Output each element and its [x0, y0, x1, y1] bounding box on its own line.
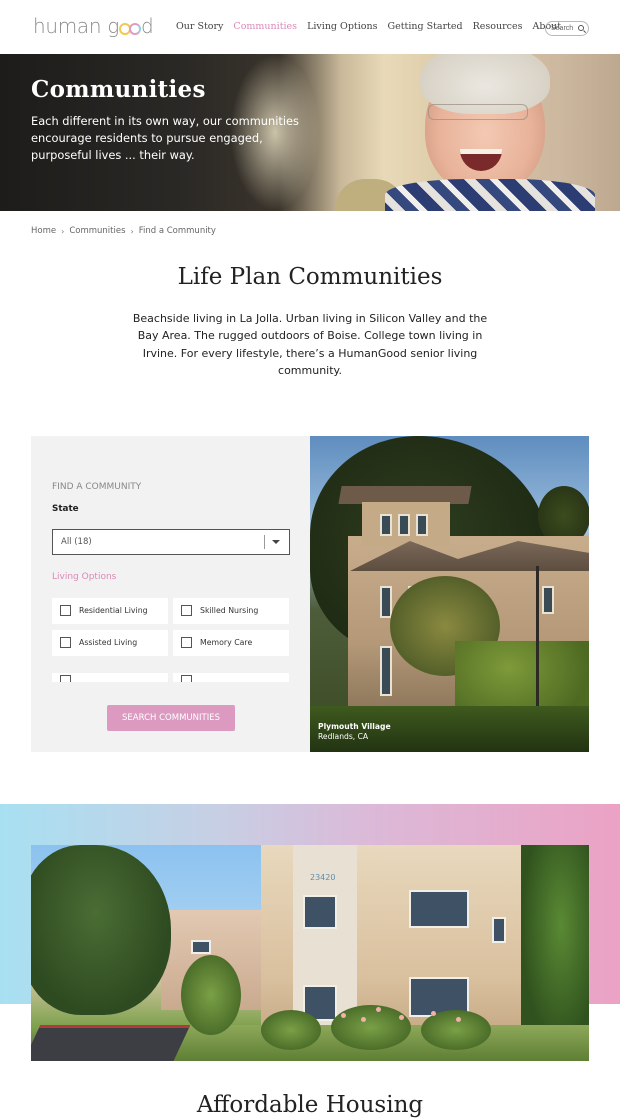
feature-bush [331, 1005, 411, 1050]
breadcrumb-separator-icon: › [130, 226, 134, 236]
nav-getting-started[interactable]: Getting Started [387, 21, 462, 32]
state-select-value: All (18) [61, 537, 92, 547]
feature-window [492, 917, 506, 943]
site-header: human g d Our Story Communities Living O… [0, 0, 620, 54]
search-placeholder: Search [551, 25, 574, 32]
community-photo: Plymouth Village Redlands, CA [310, 436, 589, 752]
photo-window [542, 586, 554, 614]
checkbox[interactable] [60, 675, 71, 682]
community-location: Redlands, CA [318, 732, 369, 741]
feature-rose [399, 1015, 404, 1020]
state-label: State [52, 504, 79, 514]
featured-photo: 23420 [31, 845, 589, 1061]
feature-rose [361, 1017, 366, 1022]
intro-text: Beachside living in La Jolla. Urban livi… [132, 312, 488, 378]
option-label: Memory Care [200, 638, 253, 647]
photo-window [416, 514, 428, 536]
breadcrumb-separator-icon: › [61, 226, 65, 236]
option-label: Residential Living [79, 606, 148, 615]
option-clipped[interactable] [52, 673, 168, 682]
checkbox[interactable] [60, 605, 71, 616]
option-label: Skilled Nursing [200, 606, 259, 615]
feature-window [191, 940, 211, 954]
feature-bush [261, 1010, 321, 1050]
finder-heading: FIND A COMMUNITY [52, 482, 142, 492]
hero-title: Communities [31, 76, 206, 103]
feature-road [31, 1025, 191, 1061]
feature-bush [421, 1010, 491, 1050]
hero-text: Each different in its own way, our commu… [31, 114, 299, 162]
feature-rose [456, 1017, 461, 1022]
breadcrumb-communities[interactable]: Communities [69, 226, 125, 236]
feature-window [409, 890, 469, 928]
main-nav: Our Story Communities Living Options Get… [176, 21, 571, 32]
community-finder: FIND A COMMUNITY State All (18) Living O… [31, 436, 310, 752]
search-input[interactable]: Search [545, 21, 589, 36]
option-assisted-living[interactable]: Assisted Living [52, 630, 168, 656]
option-memory-care[interactable]: Memory Care [173, 630, 289, 656]
checkbox[interactable] [181, 637, 192, 648]
building-number: 23420 [310, 873, 336, 882]
section-title-affordable-housing: Affordable Housing [196, 1092, 424, 1118]
feature-rose [376, 1007, 381, 1012]
option-label: Assisted Living [79, 638, 138, 647]
nav-communities[interactable]: Communities [233, 21, 297, 32]
infinity-logo-icon [119, 18, 142, 35]
breadcrumb-current: Find a Community [138, 226, 216, 236]
search-communities-button[interactable]: SEARCH COMMUNITIES [107, 705, 235, 731]
photo-window [398, 514, 410, 536]
chevron-down-icon[interactable] [272, 540, 280, 544]
checkbox[interactable] [181, 675, 192, 682]
option-clipped[interactable] [173, 673, 289, 682]
option-residential-living[interactable]: Residential Living [52, 598, 168, 624]
feature-rose [431, 1011, 436, 1016]
checkbox[interactable] [181, 605, 192, 616]
section-title: Life Plan Communities [177, 264, 443, 290]
breadcrumb: Home › Communities › Find a Community [31, 226, 216, 236]
living-options-label: Living Options [52, 572, 117, 582]
photo-window [380, 514, 392, 536]
photo-window [380, 586, 392, 618]
community-name: Plymouth Village [318, 722, 391, 731]
select-divider [264, 535, 265, 549]
photo-caption: Plymouth Village Redlands, CA [318, 722, 391, 742]
logo-text: human g [33, 14, 120, 38]
humangood-logo[interactable]: human g d [33, 14, 154, 38]
feature-rose [341, 1013, 346, 1018]
photo-window [380, 646, 392, 696]
feature-left-tree [31, 845, 171, 1015]
logo-text-end: d [141, 14, 154, 38]
feature-right-tree [521, 845, 589, 1045]
option-skilled-nursing[interactable]: Skilled Nursing [173, 598, 289, 624]
feature-bush [181, 955, 241, 1035]
feature-window [303, 895, 337, 929]
hero-photo-blouse [385, 179, 595, 211]
search-icon[interactable] [578, 25, 584, 31]
nav-living-options[interactable]: Living Options [307, 21, 377, 32]
hero-banner: Communities Each different in its own wa… [0, 54, 620, 211]
checkbox[interactable] [60, 637, 71, 648]
state-select[interactable]: All (18) [52, 529, 290, 555]
nav-our-story[interactable]: Our Story [176, 21, 223, 32]
breadcrumb-home[interactable]: Home [31, 226, 56, 236]
photo-lamp-post [536, 566, 539, 726]
hero-photo-glasses [428, 104, 528, 120]
nav-resources[interactable]: Resources [473, 21, 523, 32]
